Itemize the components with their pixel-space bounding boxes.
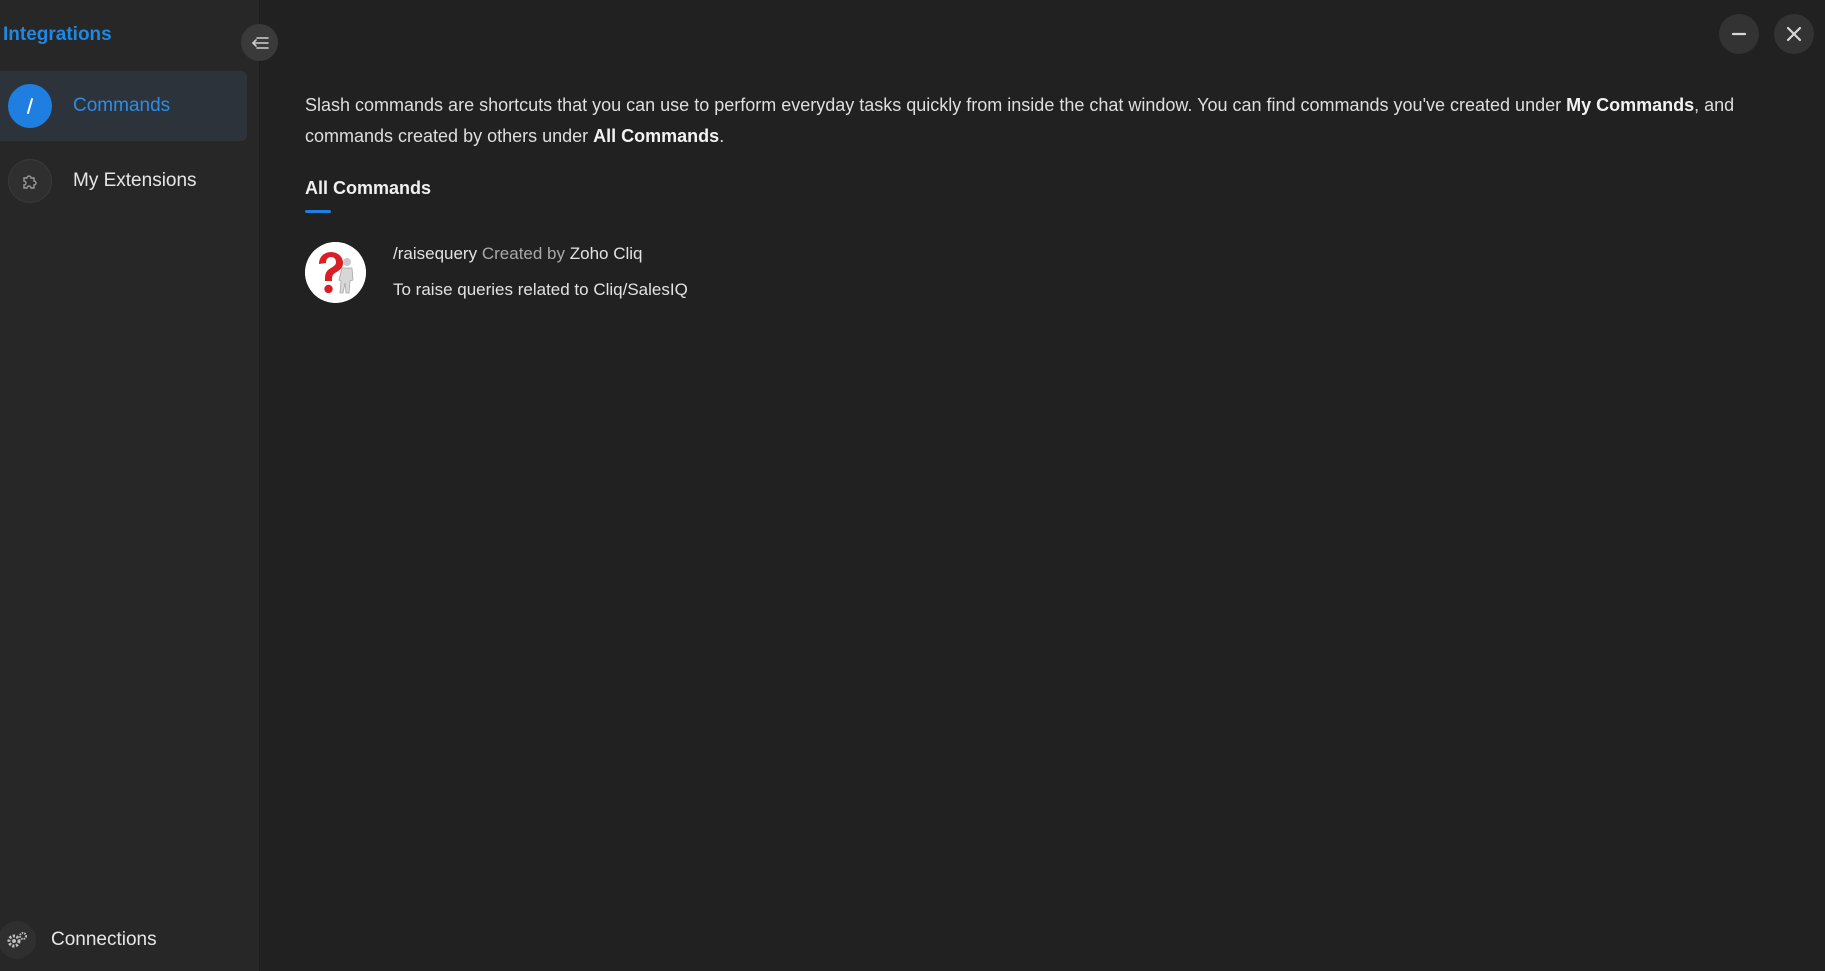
puzzle-icon: [8, 159, 52, 203]
sidebar-item-connections[interactable]: Connections: [0, 918, 157, 962]
command-list-item[interactable]: /raisequery Created by Zoho Cliq To rais…: [305, 242, 905, 306]
close-button[interactable]: [1774, 14, 1814, 54]
collapse-sidebar-button[interactable]: [241, 24, 278, 61]
sidebar-item-commands[interactable]: Commands: [0, 71, 247, 141]
minimize-button[interactable]: [1719, 14, 1759, 54]
command-description: To raise queries related to Cliq/SalesIQ: [393, 280, 688, 299]
sidebar-item-label: Commands: [73, 95, 171, 116]
my-commands-emphasis: My Commands: [1566, 95, 1695, 115]
close-icon: [1786, 26, 1802, 42]
command-creator: Zoho Cliq: [569, 244, 643, 263]
intro-text: Slash commands are shortcuts that you ca…: [305, 90, 1765, 152]
section-tab-indicator: [305, 210, 331, 213]
sidebar-item-my-extensions[interactable]: My Extensions: [0, 146, 247, 216]
sidebar: Integrations Commands My Extensions Conn…: [0, 0, 260, 971]
created-by-label: Created by: [481, 244, 566, 263]
question-mark-figure-icon: [305, 242, 366, 303]
slash-icon: [8, 84, 52, 128]
sidebar-title: Integrations: [3, 24, 112, 45]
command-title: /raisequery Created by Zoho Cliq: [393, 244, 643, 264]
command-name: /raisequery: [393, 244, 478, 263]
intro-text-part: Slash commands are shortcuts that you ca…: [305, 95, 1567, 115]
all-commands-emphasis: All Commands: [593, 126, 720, 146]
intro-text-part: .: [719, 126, 725, 146]
gears-icon: [0, 921, 36, 959]
connections-label: Connections: [51, 929, 157, 950]
sidebar-item-label: My Extensions: [73, 170, 197, 191]
minus-icon: [1731, 32, 1747, 36]
collapse-arrow-icon: [251, 36, 269, 49]
section-title[interactable]: All Commands: [305, 178, 431, 199]
integrations-window: Integrations Commands My Extensions Conn…: [0, 0, 1825, 971]
